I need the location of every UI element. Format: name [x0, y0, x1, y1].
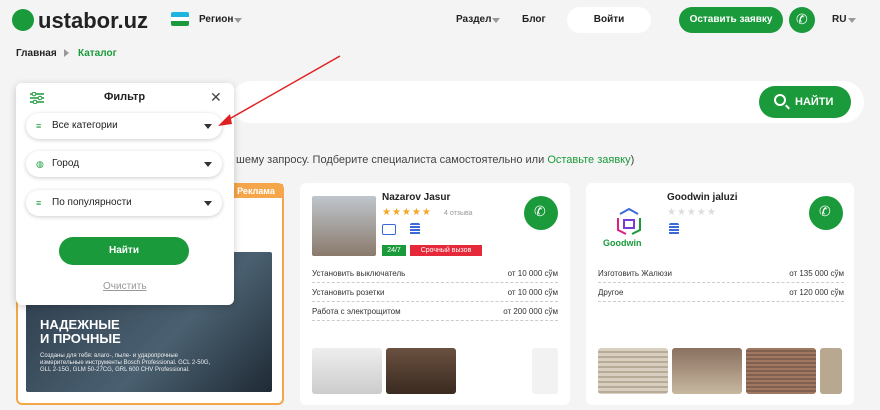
- annotation-arrow: [218, 55, 341, 126]
- work-photo[interactable]: [386, 348, 456, 394]
- coins-icon: [410, 223, 420, 235]
- service-price: от 200 000 сўм: [503, 307, 558, 316]
- chevron-down-icon: [234, 18, 242, 23]
- rating-stars: ★★★★★: [382, 207, 432, 218]
- nav-section-dropdown[interactable]: Раздел: [456, 14, 491, 25]
- search-icon: [774, 94, 786, 106]
- city-select[interactable]: ◍ Город: [26, 151, 222, 177]
- caret-down-icon: [204, 201, 212, 206]
- service-label: Изготовить Жалюзи: [598, 269, 672, 278]
- coins-icon: [669, 223, 679, 235]
- uzbekistan-flag-icon: [171, 12, 189, 26]
- service-price: от 135 000 сўм: [789, 269, 844, 278]
- service-label: Работа с электрощитом: [312, 307, 401, 316]
- globe-icon: ◍: [36, 159, 44, 169]
- specialist-name[interactable]: Goodwin jaluzi: [667, 192, 738, 203]
- sort-select-value: По популярности: [52, 197, 132, 208]
- service-row: Изготовить Жалюзи от 135 000 сўм: [598, 264, 844, 283]
- work-photo[interactable]: [532, 348, 558, 394]
- region-dropdown[interactable]: Регион: [199, 14, 233, 25]
- call-button[interactable]: [809, 196, 843, 230]
- ad-headline: НАДЕЖНЫЕ И ПРОЧНЫЕ: [40, 318, 121, 346]
- urgent-call-badge: Срочный вызов: [410, 245, 482, 256]
- availability-badge: 24/7: [382, 245, 406, 256]
- results-info: шему запросу. Подберите специалиста само…: [236, 154, 634, 166]
- service-label: Установить розетки: [312, 288, 385, 297]
- breadcrumb-current[interactable]: Каталог: [78, 48, 117, 59]
- clear-filter-link[interactable]: Очистить: [103, 281, 147, 292]
- ad-badge: Реклама: [229, 184, 283, 198]
- list-icon: ≡: [36, 198, 42, 208]
- nav-blog-link[interactable]: Блог: [522, 14, 546, 25]
- service-row: Работа с электрощитом от 200 000 сўм: [312, 302, 558, 321]
- category-select-value: Все категории: [52, 120, 118, 131]
- work-photo[interactable]: [312, 348, 382, 394]
- work-photo[interactable]: [672, 348, 742, 394]
- info-text: шему запросу. Подберите специалиста само…: [236, 154, 548, 166]
- service-price: от 10 000 сўм: [507, 269, 558, 278]
- rating-stars: ★★★★★: [667, 207, 717, 218]
- ad-headline-line1: НАДЕЖНЫЕ: [40, 317, 120, 332]
- chevron-down-icon: [848, 18, 856, 23]
- ad-subtext: Созданы для тебя: влаго-, пыле- и удароп…: [40, 353, 211, 373]
- breadcrumb-separator-icon: [64, 49, 69, 57]
- caret-down-icon: [204, 162, 212, 167]
- service-label: Другое: [598, 288, 624, 297]
- service-row: Установить розетки от 10 000 сўм: [312, 283, 558, 302]
- leave-request-link[interactable]: Оставьте заявку: [547, 154, 630, 166]
- reviews-count[interactable]: 4 отзыва: [444, 210, 473, 217]
- service-row: Установить выключатель от 10 000 сўм: [312, 264, 558, 283]
- info-end: ): [630, 154, 635, 166]
- work-photo[interactable]: [746, 348, 816, 394]
- goodwin-logo-text: Goodwin: [603, 238, 642, 248]
- login-button[interactable]: Войти: [567, 7, 651, 33]
- leave-request-button[interactable]: Оставить заявку: [679, 7, 783, 33]
- find-button[interactable]: Найти: [59, 237, 189, 265]
- phone-icon: ✆: [796, 11, 808, 27]
- filter-sliders-icon: [30, 92, 44, 104]
- category-select[interactable]: ≡ Все категории: [26, 113, 222, 139]
- phone-button[interactable]: ✆: [789, 7, 815, 33]
- service-label: Установить выключатель: [312, 269, 406, 278]
- service-price: от 10 000 сўм: [507, 288, 558, 297]
- city-select-value: Город: [52, 158, 80, 169]
- search-button[interactable]: НАЙТИ: [759, 86, 851, 118]
- call-button[interactable]: [524, 196, 558, 230]
- avatar: [312, 196, 376, 256]
- work-photo[interactable]: [820, 348, 842, 394]
- list-icon: ≡: [36, 121, 42, 131]
- service-row: Другое от 120 000 сўм: [598, 283, 844, 302]
- site-logo[interactable]: ustabor.uz: [38, 8, 148, 34]
- id-card-icon: [382, 224, 396, 235]
- ad-headline-line2: И ПРОЧНЫЕ: [40, 331, 121, 346]
- wrench-logo-icon: [12, 9, 34, 31]
- filter-title: Фильтр: [104, 91, 146, 103]
- specialist-name[interactable]: Nazarov Jasur: [382, 192, 450, 203]
- service-list: Установить выключатель от 10 000 сўм Уста…: [312, 264, 558, 321]
- language-dropdown[interactable]: RU: [832, 14, 846, 25]
- sort-select[interactable]: ≡ По популярности: [26, 190, 222, 216]
- chevron-down-icon: [492, 18, 500, 23]
- service-price: от 120 000 сўм: [789, 288, 844, 297]
- work-photo[interactable]: [598, 348, 668, 394]
- service-list: Изготовить Жалюзи от 135 000 сўм Другое от…: [598, 264, 844, 302]
- breadcrumb-home[interactable]: Главная: [16, 48, 57, 59]
